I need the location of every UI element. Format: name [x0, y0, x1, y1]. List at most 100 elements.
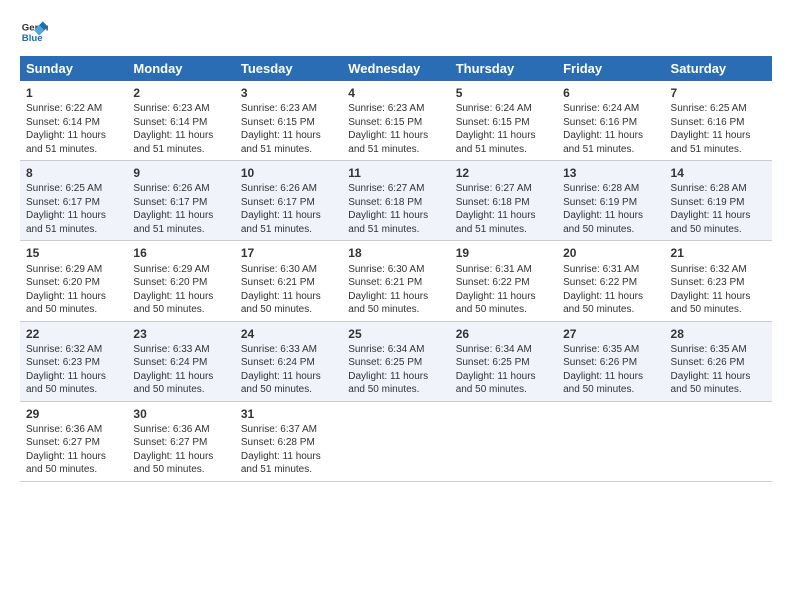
day-info: Daylight: 11 hours — [671, 370, 766, 384]
day-info: and 50 minutes. — [26, 303, 121, 317]
day-info: Sunrise: 6:30 AM — [241, 263, 336, 277]
calendar-cell: 3Sunrise: 6:23 AMSunset: 6:15 PMDaylight… — [235, 81, 342, 161]
day-info: and 50 minutes. — [241, 303, 336, 317]
day-number: 23 — [133, 326, 228, 342]
day-info: Sunset: 6:21 PM — [241, 276, 336, 290]
calendar-cell: 17 Sunrise: 6:30 AMSunset: 6:21 PMDayligh… — [235, 241, 342, 321]
week-row-5: 29Sunrise: 6:36 AMSunset: 6:27 PMDayligh… — [20, 401, 772, 481]
day-number: 15 — [26, 245, 121, 261]
calendar-cell: 1Sunrise: 6:22 AMSunset: 6:14 PMDaylight… — [20, 81, 127, 161]
day-info: Daylight: 11 hours — [241, 290, 336, 304]
day-info: and 51 minutes. — [26, 223, 121, 237]
day-info: Sunset: 6:26 PM — [671, 356, 766, 370]
calendar-cell — [450, 401, 557, 481]
header: General Blue — [20, 18, 772, 46]
day-info: Sunrise: 6:24 AM — [456, 102, 551, 116]
calendar-table: SundayMondayTuesdayWednesdayThursdayFrid… — [20, 56, 772, 482]
calendar-cell — [342, 401, 449, 481]
day-number: 18 — [348, 245, 443, 261]
day-number: 3 — [241, 85, 336, 101]
day-info: Sunrise: 6:26 AM — [241, 182, 336, 196]
day-number: 30 — [133, 406, 228, 422]
day-info: and 50 minutes. — [563, 303, 658, 317]
calendar-cell: 14Sunrise: 6:28 AMSunset: 6:19 PMDayligh… — [665, 161, 772, 241]
day-info: Sunset: 6:25 PM — [456, 356, 551, 370]
day-info: Sunrise: 6:27 AM — [456, 182, 551, 196]
day-number: 16 — [133, 245, 228, 261]
day-info: and 50 minutes. — [348, 303, 443, 317]
day-info: Sunrise: 6:35 AM — [671, 343, 766, 357]
calendar-cell — [665, 401, 772, 481]
day-info: Daylight: 11 hours — [456, 209, 551, 223]
day-info: Sunrise: 6:29 AM — [133, 263, 228, 277]
day-number: 7 — [671, 85, 766, 101]
calendar-cell: 30Sunrise: 6:36 AMSunset: 6:27 PMDayligh… — [127, 401, 234, 481]
day-header-tuesday: Tuesday — [235, 56, 342, 81]
day-info: Sunrise: 6:22 AM — [26, 102, 121, 116]
day-info: Sunset: 6:16 PM — [563, 116, 658, 130]
day-info: Sunrise: 6:32 AM — [26, 343, 121, 357]
day-info: Daylight: 11 hours — [241, 209, 336, 223]
day-info: Daylight: 11 hours — [348, 370, 443, 384]
day-info: and 50 minutes. — [241, 383, 336, 397]
day-info: Daylight: 11 hours — [563, 129, 658, 143]
day-number: 17 — [241, 245, 336, 261]
day-info: Daylight: 11 hours — [241, 450, 336, 464]
day-info: Sunrise: 6:26 AM — [133, 182, 228, 196]
day-info: Sunset: 6:23 PM — [671, 276, 766, 290]
day-info: Sunset: 6:14 PM — [26, 116, 121, 130]
day-info: and 51 minutes. — [671, 143, 766, 157]
calendar-cell: 26Sunrise: 6:34 AMSunset: 6:25 PMDayligh… — [450, 321, 557, 401]
day-info: Daylight: 11 hours — [241, 129, 336, 143]
day-info: and 51 minutes. — [348, 143, 443, 157]
day-info: Sunrise: 6:31 AM — [456, 263, 551, 277]
day-number: 31 — [241, 406, 336, 422]
day-info: Daylight: 11 hours — [563, 209, 658, 223]
day-number: 4 — [348, 85, 443, 101]
day-info: and 50 minutes. — [456, 303, 551, 317]
day-info: and 51 minutes. — [456, 143, 551, 157]
day-info: Sunset: 6:24 PM — [133, 356, 228, 370]
day-number: 22 — [26, 326, 121, 342]
week-row-4: 22Sunrise: 6:32 AMSunset: 6:23 PMDayligh… — [20, 321, 772, 401]
calendar-cell: 25Sunrise: 6:34 AMSunset: 6:25 PMDayligh… — [342, 321, 449, 401]
day-info: Sunrise: 6:35 AM — [563, 343, 658, 357]
day-info: and 51 minutes. — [241, 223, 336, 237]
day-info: Sunset: 6:22 PM — [563, 276, 658, 290]
day-info: Sunset: 6:15 PM — [348, 116, 443, 130]
day-info: Sunset: 6:19 PM — [671, 196, 766, 210]
day-info: and 51 minutes. — [563, 143, 658, 157]
day-info: Sunrise: 6:27 AM — [348, 182, 443, 196]
day-info: and 50 minutes. — [133, 303, 228, 317]
calendar-cell — [557, 401, 664, 481]
day-info: and 51 minutes. — [348, 223, 443, 237]
day-info: Daylight: 11 hours — [133, 209, 228, 223]
logo: General Blue — [20, 18, 52, 46]
day-info: Sunset: 6:26 PM — [563, 356, 658, 370]
day-info: Sunrise: 6:24 AM — [563, 102, 658, 116]
day-info: Sunrise: 6:28 AM — [671, 182, 766, 196]
day-info: and 51 minutes. — [26, 143, 121, 157]
calendar-cell: 13Sunrise: 6:28 AMSunset: 6:19 PMDayligh… — [557, 161, 664, 241]
day-info: and 51 minutes. — [133, 223, 228, 237]
calendar-cell: 21Sunrise: 6:32 AMSunset: 6:23 PMDayligh… — [665, 241, 772, 321]
day-info: Sunset: 6:17 PM — [26, 196, 121, 210]
calendar-cell: 4Sunrise: 6:23 AMSunset: 6:15 PMDaylight… — [342, 81, 449, 161]
day-info: Sunrise: 6:37 AM — [241, 423, 336, 437]
day-info: and 51 minutes. — [456, 223, 551, 237]
day-info: Sunset: 6:22 PM — [456, 276, 551, 290]
day-info: Sunrise: 6:29 AM — [26, 263, 121, 277]
day-number: 11 — [348, 165, 443, 181]
day-info: Sunset: 6:14 PM — [133, 116, 228, 130]
day-info: Sunrise: 6:36 AM — [133, 423, 228, 437]
day-info: Sunrise: 6:30 AM — [348, 263, 443, 277]
day-info: Sunrise: 6:25 AM — [671, 102, 766, 116]
page: General Blue SundayMondayTuesdayWednesda… — [0, 0, 792, 612]
day-header-thursday: Thursday — [450, 56, 557, 81]
day-info: Sunset: 6:17 PM — [241, 196, 336, 210]
day-header-sunday: Sunday — [20, 56, 127, 81]
day-info: Daylight: 11 hours — [456, 129, 551, 143]
calendar-cell: 7Sunrise: 6:25 AMSunset: 6:16 PMDaylight… — [665, 81, 772, 161]
day-number: 14 — [671, 165, 766, 181]
day-info: Sunrise: 6:23 AM — [241, 102, 336, 116]
